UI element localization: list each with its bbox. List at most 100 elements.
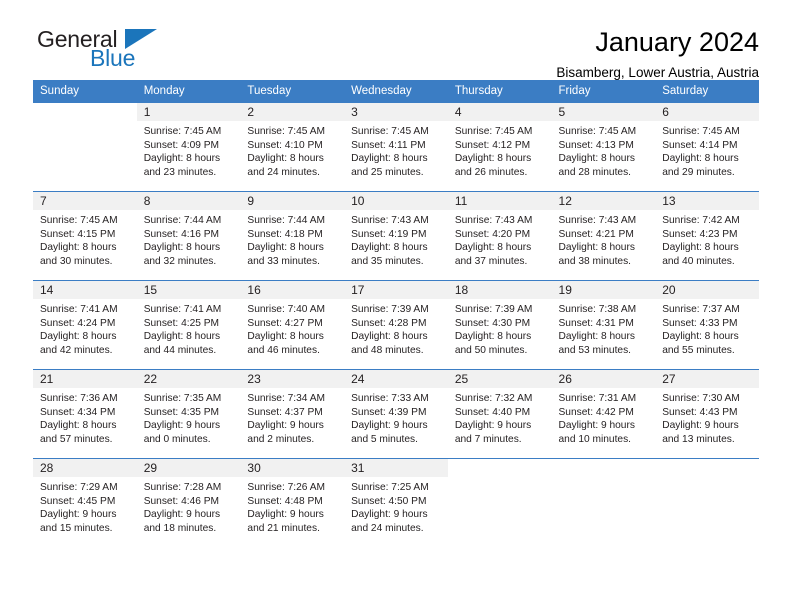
calendar-day-cell[interactable]: 25 Sunrise: 7:32 AM Sunset: 4:40 PM Dayligh… (447, 369, 552, 459)
daylight-text-line1: Daylight: 8 hours (662, 331, 739, 343)
daylight-text-line2: and 42 minutes. (40, 344, 113, 356)
sunrise-text: Sunrise: 7:31 AM (558, 393, 637, 404)
day-details: Sunrise: 7:45 AM Sunset: 4:13 PM Daylight:… (552, 121, 656, 179)
daylight-text-line1: Daylight: 8 hours (40, 242, 117, 254)
day-details: Sunrise: 7:44 AM Sunset: 4:16 PM Daylight:… (137, 210, 241, 268)
day-number: 20 (655, 281, 759, 299)
calendar-day-cell[interactable]: 7 Sunrise: 7:45 AM Sunset: 4:15 PM Daylight… (33, 191, 137, 281)
calendar-day-cell[interactable]: 1 Sunrise: 7:45 AM Sunset: 4:09 PM Daylight… (136, 102, 241, 192)
daylight-text-line2: and 13 minutes. (662, 433, 735, 445)
calendar-day-cell[interactable]: 18 Sunrise: 7:39 AM Sunset: 4:30 PM Dayligh… (447, 280, 552, 370)
day-number (551, 459, 656, 477)
daylight-text-line1: Daylight: 8 hours (558, 242, 635, 254)
sunrise-text: Sunrise: 7:28 AM (143, 482, 222, 493)
sunset-text: Sunset: 4:18 PM (247, 228, 323, 240)
day-details: Sunrise: 7:33 AM Sunset: 4:39 PM Daylight:… (344, 388, 448, 446)
day-number: 4 (447, 103, 552, 121)
sunrise-text: Sunrise: 7:42 AM (662, 215, 740, 226)
calendar-day-cell[interactable]: 19 Sunrise: 7:38 AM Sunset: 4:31 PM Dayligh… (551, 280, 656, 370)
calendar-day-cell[interactable]: 29 Sunrise: 7:28 AM Sunset: 4:46 PM Dayligh… (136, 458, 241, 548)
calendar-day-cell[interactable]: 9 Sunrise: 7:44 AM Sunset: 4:18 PM Daylight… (240, 191, 345, 281)
calendar-day-cell[interactable]: 20 Sunrise: 7:37 AM Sunset: 4:33 PM Dayligh… (655, 280, 759, 370)
daylight-text-line2: and 57 minutes. (40, 433, 113, 445)
day-number: 13 (655, 192, 759, 210)
calendar-day-cell[interactable]: 2 Sunrise: 7:45 AM Sunset: 4:10 PM Daylight… (240, 102, 345, 192)
day-details: Sunrise: 7:25 AM Sunset: 4:50 PM Daylight:… (344, 477, 448, 535)
day-number: 3 (344, 103, 448, 121)
calendar-day-cell[interactable]: 4 Sunrise: 7:45 AM Sunset: 4:12 PM Daylight… (447, 102, 552, 192)
sunset-text: Sunset: 4:30 PM (454, 317, 531, 329)
day-number: 16 (240, 281, 345, 299)
calendar-day-cell[interactable]: 28 Sunrise: 7:29 AM Sunset: 4:45 PM Dayligh… (33, 458, 137, 548)
calendar-day-cell[interactable]: 3 Sunrise: 7:45 AM Sunset: 4:11 PM Daylight… (344, 102, 448, 192)
daylight-text-line2: and 0 minutes. (143, 433, 211, 445)
page-header: General Blue January 2024 Bisamberg, Low… (33, 0, 759, 80)
day-details: Sunrise: 7:43 AM Sunset: 4:20 PM Daylight:… (448, 210, 552, 268)
sunrise-text: Sunrise: 7:44 AM (247, 215, 325, 226)
sunset-text: Sunset: 4:46 PM (143, 495, 220, 507)
calendar-day-cell[interactable]: 6 Sunrise: 7:45 AM Sunset: 4:14 PM Daylight… (655, 102, 759, 192)
general-blue-logo[interactable]: General Blue (33, 26, 193, 74)
sunrise-text: Sunrise: 7:39 AM (454, 304, 533, 315)
day-details: Sunrise: 7:45 AM Sunset: 4:10 PM Daylight:… (240, 121, 344, 179)
sunrise-text: Sunrise: 7:25 AM (351, 482, 429, 493)
day-details: Sunrise: 7:38 AM Sunset: 4:31 PM Daylight:… (552, 299, 656, 357)
daylight-text-line1: Daylight: 8 hours (247, 153, 324, 165)
calendar-day-cell[interactable]: 12 Sunrise: 7:43 AM Sunset: 4:21 PM Dayligh… (551, 191, 656, 281)
day-details: Sunrise: 7:41 AM Sunset: 4:24 PM Daylight:… (33, 299, 137, 357)
day-details: Sunrise: 7:39 AM Sunset: 4:30 PM Daylight:… (448, 299, 552, 357)
page-subtitle: Bisamberg, Lower Austria, Austria (556, 65, 759, 80)
calendar-day-cell[interactable]: 22 Sunrise: 7:35 AM Sunset: 4:35 PM Dayligh… (136, 369, 241, 459)
calendar-day-cell[interactable]: 30 Sunrise: 7:26 AM Sunset: 4:48 PM Dayligh… (240, 458, 345, 548)
daylight-text-line1: Daylight: 8 hours (454, 331, 532, 343)
calendar-day-cell-empty (33, 102, 137, 192)
sunset-text: Sunset: 4:10 PM (247, 139, 323, 151)
calendar-day-cell[interactable]: 26 Sunrise: 7:31 AM Sunset: 4:42 PM Dayligh… (551, 369, 656, 459)
calendar-day-cell[interactable]: 11 Sunrise: 7:43 AM Sunset: 4:20 PM Dayligh… (447, 191, 552, 281)
daylight-text-line2: and 18 minutes. (143, 522, 217, 534)
calendar-day-cell[interactable]: 15 Sunrise: 7:41 AM Sunset: 4:25 PM Dayligh… (136, 280, 241, 370)
day-number: 24 (344, 370, 448, 388)
calendar-day-cell[interactable]: 27 Sunrise: 7:30 AM Sunset: 4:43 PM Dayligh… (655, 369, 759, 459)
calendar-day-cell[interactable]: 8 Sunrise: 7:44 AM Sunset: 4:16 PM Daylight… (136, 191, 241, 281)
sunset-text: Sunset: 4:48 PM (247, 495, 323, 507)
sunrise-text: Sunrise: 7:39 AM (351, 304, 429, 315)
weekday-header-tuesday: Tuesday (240, 80, 345, 103)
calendar-day-cell[interactable]: 5 Sunrise: 7:45 AM Sunset: 4:13 PM Daylight… (551, 102, 656, 192)
sunset-text: Sunset: 4:13 PM (558, 139, 634, 151)
calendar-day-cell[interactable]: 17 Sunrise: 7:39 AM Sunset: 4:28 PM Dayligh… (344, 280, 448, 370)
daylight-text-line2: and 29 minutes. (662, 166, 735, 178)
sunrise-text: Sunrise: 7:26 AM (247, 482, 325, 493)
calendar-day-cell-empty (655, 458, 759, 548)
day-number: 10 (344, 192, 448, 210)
day-details: Sunrise: 7:42 AM Sunset: 4:23 PM Daylight:… (655, 210, 759, 268)
weekday-header-saturday: Saturday (655, 80, 759, 103)
day-details: Sunrise: 7:43 AM Sunset: 4:19 PM Daylight:… (344, 210, 448, 268)
daylight-text-line1: Daylight: 9 hours (143, 509, 221, 521)
day-number: 23 (240, 370, 345, 388)
calendar-day-cell[interactable]: 24 Sunrise: 7:33 AM Sunset: 4:39 PM Dayligh… (344, 369, 448, 459)
calendar-day-cell[interactable]: 31 Sunrise: 7:25 AM Sunset: 4:50 PM Dayligh… (344, 458, 448, 548)
calendar-day-cell[interactable]: 10 Sunrise: 7:43 AM Sunset: 4:19 PM Dayligh… (344, 191, 448, 281)
daylight-text-line1: Daylight: 8 hours (351, 153, 428, 165)
calendar-day-cell[interactable]: 14 Sunrise: 7:41 AM Sunset: 4:24 PM Dayligh… (33, 280, 137, 370)
calendar-day-cell[interactable]: 21 Sunrise: 7:36 AM Sunset: 4:34 PM Dayligh… (33, 369, 137, 459)
calendar-day-cell[interactable]: 23 Sunrise: 7:34 AM Sunset: 4:37 PM Dayligh… (240, 369, 345, 459)
sunset-text: Sunset: 4:15 PM (40, 228, 116, 240)
sunset-text: Sunset: 4:31 PM (558, 317, 634, 329)
sunset-text: Sunset: 4:27 PM (247, 317, 323, 329)
title-block: January 2024 Bisamberg, Lower Austria, A… (556, 26, 759, 83)
daylight-text-line2: and 32 minutes. (143, 255, 217, 267)
day-number: 27 (655, 370, 759, 388)
daylight-text-line2: and 25 minutes. (351, 166, 424, 178)
day-number: 25 (447, 370, 552, 388)
daylight-text-line2: and 28 minutes. (558, 166, 632, 178)
daylight-text-line1: Daylight: 9 hours (247, 509, 324, 521)
day-details: Sunrise: 7:34 AM Sunset: 4:37 PM Daylight:… (240, 388, 344, 446)
calendar-day-cell[interactable]: 16 Sunrise: 7:40 AM Sunset: 4:27 PM Dayligh… (240, 280, 345, 370)
calendar-day-cell[interactable]: 13 Sunrise: 7:42 AM Sunset: 4:23 PM Dayligh… (655, 191, 759, 281)
sunrise-text: Sunrise: 7:45 AM (40, 215, 118, 226)
day-details: Sunrise: 7:40 AM Sunset: 4:27 PM Daylight:… (240, 299, 344, 357)
daylight-text-line1: Daylight: 9 hours (558, 420, 635, 432)
sunrise-text: Sunrise: 7:32 AM (454, 393, 533, 404)
